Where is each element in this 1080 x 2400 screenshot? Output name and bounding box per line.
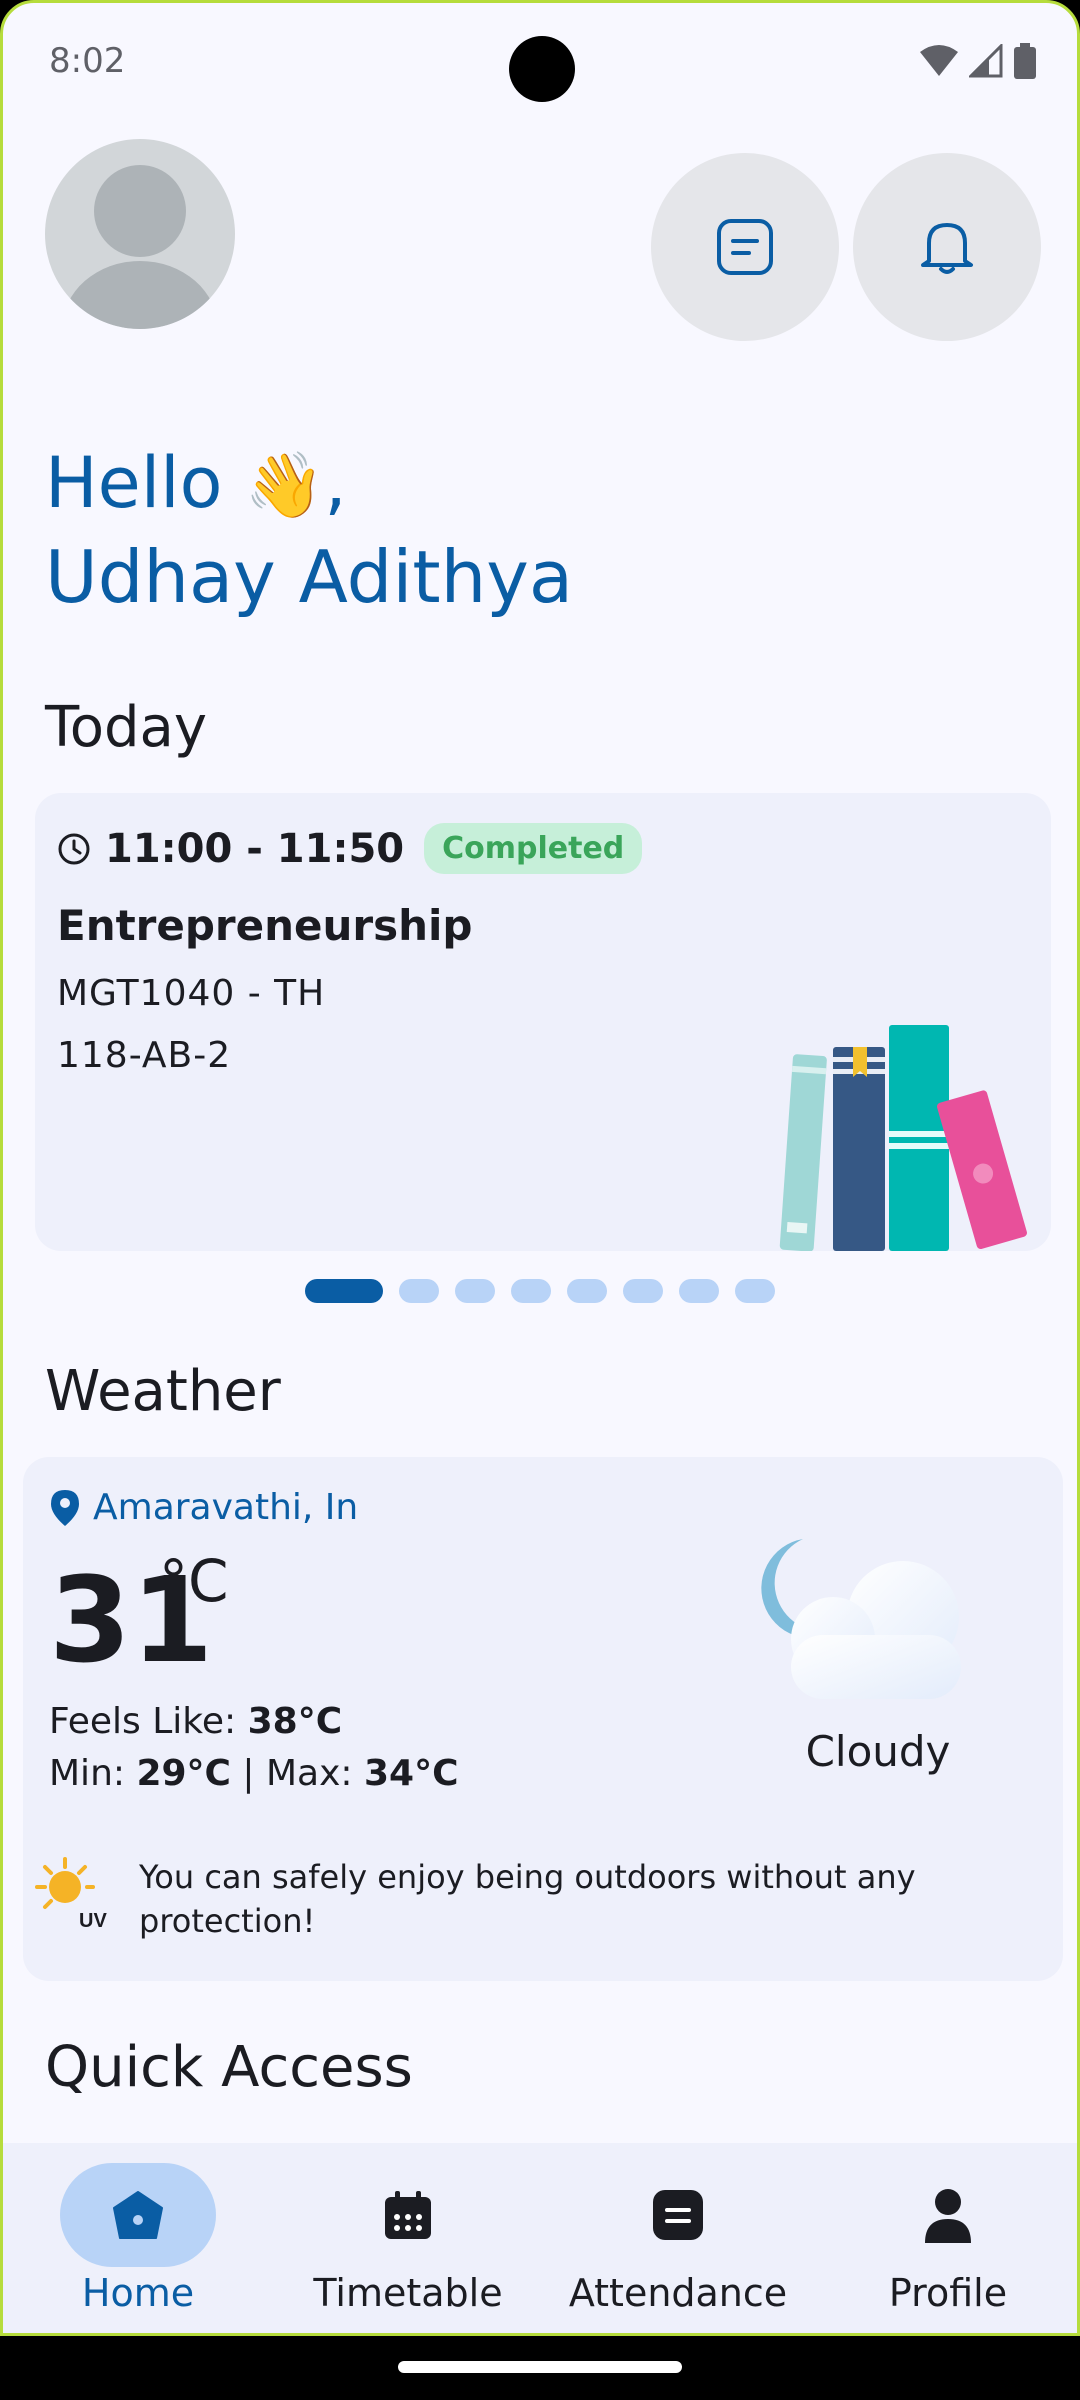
course-room: 118-AB-2	[57, 1035, 232, 1076]
nav-timetable-label: Timetable	[313, 2271, 503, 2315]
class-time: 11:00 - 11:50	[105, 825, 405, 872]
wifi-icon	[920, 45, 958, 76]
svg-text:UV: UV	[79, 1910, 107, 1932]
person-icon	[925, 2189, 971, 2243]
notes-icon	[717, 219, 773, 275]
feels-like-label: Feels Like:	[49, 1701, 248, 1742]
page-dot[interactable]	[511, 1279, 551, 1303]
course-code: MGT1040 - TH	[57, 973, 326, 1014]
min-label: Min:	[49, 1753, 137, 1794]
status-icons	[919, 43, 1037, 79]
today-title: Today	[45, 695, 207, 760]
page-dot[interactable]	[679, 1279, 719, 1303]
nav-home-label: Home	[81, 2271, 195, 2315]
min-value: 29°C	[136, 1753, 231, 1794]
uv-sun-icon: UV	[35, 1857, 107, 1932]
attendance-icon	[653, 2190, 703, 2240]
cloudy-night-icon	[761, 1539, 961, 1699]
page-dot[interactable]	[735, 1279, 775, 1303]
min-max: Min: 29°C | Max: 34°C	[49, 1753, 459, 1794]
max-label: | Max:	[230, 1753, 364, 1794]
battery-icon	[1014, 43, 1036, 79]
location-name: Amaravathi, In	[93, 1487, 359, 1528]
wave-emoji: 👋	[244, 449, 325, 523]
greeting-comma: ,	[324, 442, 347, 524]
home-icon	[113, 2191, 163, 2239]
status-time: 8:02	[49, 41, 126, 81]
uv-info: UV You can safely enjoy being outdoors w…	[33, 1855, 1019, 1943]
app-screen: 8:02 Hello 👋, Udhay Adithya Today 11:00 …	[0, 0, 1080, 2336]
nav-home-pill[interactable]	[60, 2163, 216, 2267]
books-illustration	[779, 1025, 1027, 1251]
bottom-navigation: Home Timetable Attendance Profile	[3, 2143, 1077, 2333]
bell-icon	[921, 223, 973, 274]
class-time-row: 11:00 - 11:50 Completed	[57, 823, 643, 874]
location-pin-icon	[51, 1489, 79, 1526]
user-name: Udhay Adithya	[45, 535, 573, 619]
status-bar: 8:02	[3, 3, 1077, 123]
nav-attendance-label: Attendance	[568, 2271, 788, 2315]
page-dot[interactable]	[623, 1279, 663, 1303]
nav-profile-pill[interactable]	[870, 2163, 1026, 2267]
page-dot[interactable]	[399, 1279, 439, 1303]
greeting-hello: Hello	[45, 442, 223, 524]
weather-location: Amaravathi, In	[51, 1487, 358, 1528]
nav-timetable[interactable]: Timetable	[273, 2163, 543, 2333]
page-dot[interactable]	[305, 1279, 383, 1303]
carousel-indicator	[3, 1279, 1077, 1303]
nav-profile[interactable]: Profile	[813, 2163, 1077, 2333]
signal-icon	[969, 44, 1003, 78]
weather-condition: Cloudy	[805, 1727, 951, 1776]
page-dot[interactable]	[455, 1279, 495, 1303]
greeting: Hello 👋,	[45, 433, 347, 536]
feels-like: Feels Like: 38°C	[49, 1701, 342, 1742]
clock-icon	[58, 833, 90, 864]
calendar-icon	[385, 2191, 431, 2239]
class-card[interactable]: 11:00 - 11:50 Completed Entrepreneurship…	[35, 793, 1051, 1251]
page-dot[interactable]	[567, 1279, 607, 1303]
nav-timetable-pill[interactable]	[330, 2163, 486, 2267]
quick-access-title: Quick Access	[45, 2035, 413, 2100]
nav-attendance-pill[interactable]	[600, 2163, 756, 2267]
notifications-button[interactable]	[853, 153, 1041, 341]
notes-button[interactable]	[651, 153, 839, 341]
avatar[interactable]	[45, 139, 235, 329]
max-value: 34°C	[364, 1753, 459, 1794]
weather-title: Weather	[45, 1359, 281, 1424]
nav-profile-label: Profile	[888, 2271, 1008, 2315]
temperature-unit: °C	[159, 1547, 229, 1615]
gesture-bar[interactable]	[398, 2361, 682, 2373]
person-placeholder-icon	[62, 165, 218, 329]
uv-message: You can safely enjoy being outdoors with…	[139, 1858, 916, 1940]
nav-attendance[interactable]: Attendance	[543, 2163, 813, 2333]
course-name: Entrepreneurship	[57, 901, 473, 950]
weather-card[interactable]: Amaravathi, In 31 °C Feels Like: 38°C Mi…	[23, 1457, 1063, 1981]
camera-cutout	[509, 36, 575, 102]
nav-home[interactable]: Home	[3, 2163, 273, 2333]
feels-like-value: 38°C	[247, 1701, 343, 1742]
status-badge: Completed	[424, 823, 643, 874]
